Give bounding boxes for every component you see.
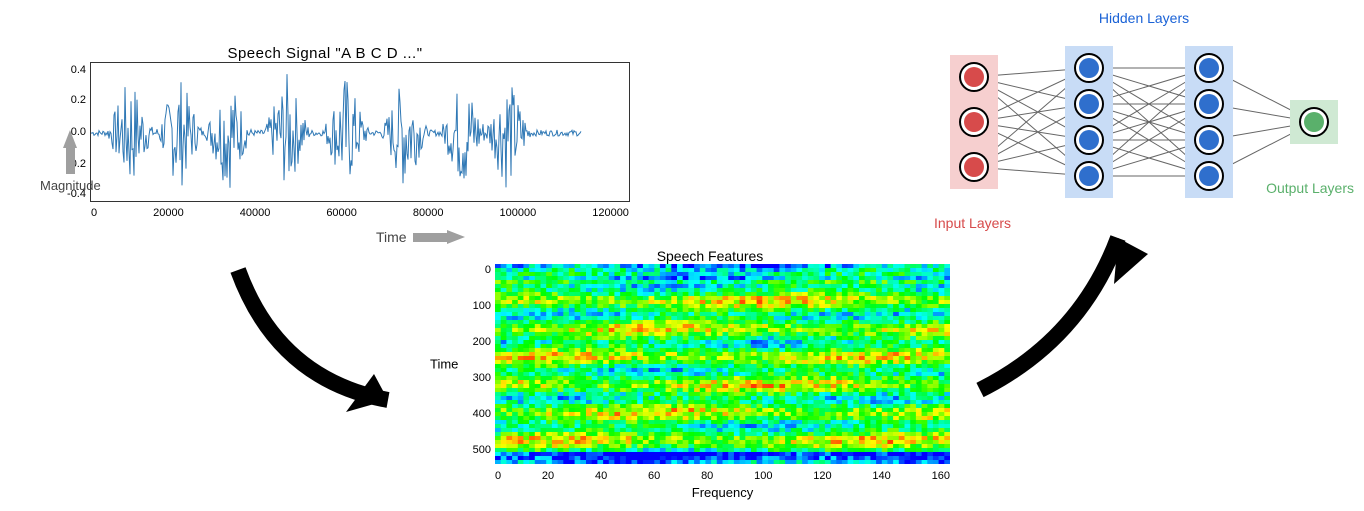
spectrogram-heatmap [495,264,950,464]
flow-arrow-2-icon [970,210,1160,410]
spectrogram-y-axis-label: Time [430,357,458,372]
speech-signal-chart: Speech Signal "A B C D ..." 0.4 0.2 0.0 … [15,45,635,250]
waveform-title: Speech Signal "A B C D ..." [15,45,635,62]
waveform-y-axis-label: Magnitude [40,178,101,193]
speech-features-chart: Speech Features 0 100 200 300 400 500 0 … [435,248,985,508]
neural-network-diagram: Hidden Layers Input Layers Output Layers [934,10,1354,240]
output-layers-label: Output Layers [1266,180,1354,196]
spectrogram-x-axis-label: Frequency [692,485,753,500]
hidden-layers-label: Hidden Layers [934,10,1354,26]
magnitude-arrow-icon: Magnitude [40,130,101,193]
spectrogram-y-ticks: 0 100 200 300 400 500 [463,264,491,464]
spectrogram-plot-area: 0 100 200 300 400 500 0 20 40 60 80 100 … [495,264,950,464]
spectrogram-title: Speech Features [435,248,985,264]
flow-arrow-1-icon [218,260,428,430]
waveform-x-axis-label: Time [376,229,407,245]
spectrogram-x-ticks: 0 20 40 60 80 100 120 140 160 [495,470,950,482]
waveform-line [91,63,631,203]
time-arrow-icon: Time [376,229,465,245]
waveform-plot-area: 0.4 0.2 0.0 -0.2 -0.4 0 20000 40000 6000… [90,62,630,202]
waveform-x-ticks: 0 20000 40000 60000 80000 100000 120000 [91,207,629,219]
